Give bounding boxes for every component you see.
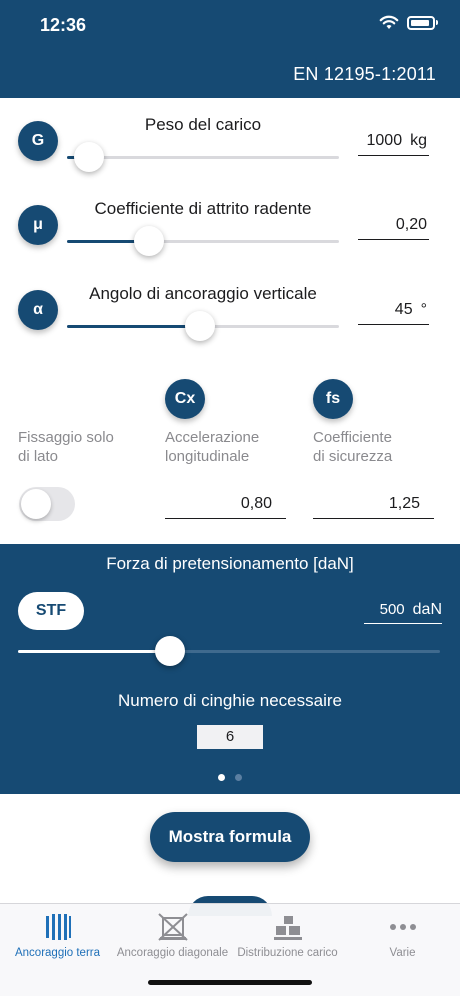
angle-unit: °: [420, 301, 427, 318]
friction-value: 0,20: [395, 216, 427, 233]
angle-slider[interactable]: [67, 311, 339, 341]
tab-diagonal-lashing[interactable]: Ancoraggio diagonale: [115, 912, 230, 959]
angle-badge: α: [18, 290, 58, 330]
angle-label: Angolo di ancoraggio verticale: [89, 284, 317, 303]
side-fixing-toggle[interactable]: [19, 487, 75, 521]
cx-badge: Cx: [165, 379, 205, 419]
straps-needed-label: Numero di cinghie necessaire: [118, 691, 342, 710]
cx-label: Accelerazione longitudinale: [165, 429, 260, 465]
stf-button[interactable]: STF: [18, 592, 84, 630]
side-fixing-toggle-knob: [21, 489, 51, 519]
ground-lashing-icon: [45, 914, 71, 940]
tab-load-distribution-label: Distribuzione carico: [237, 947, 338, 959]
weight-field[interactable]: 1000 kg: [358, 128, 429, 156]
angle-field[interactable]: 45 °: [358, 297, 429, 325]
angle-slider-fill: [67, 325, 201, 328]
header-bar: 12:36 EN 12195-1:2011: [0, 0, 460, 98]
weight-badge: G: [18, 121, 58, 161]
page-dot[interactable]: [218, 774, 225, 781]
weight-slider[interactable]: [67, 142, 339, 172]
cx-value: 0,80: [240, 495, 272, 512]
pretension-slider-thumb[interactable]: [154, 636, 185, 666]
load-distribution-icon: [273, 916, 302, 940]
friction-slider-thumb[interactable]: [133, 226, 164, 256]
cx-field[interactable]: 0,80: [165, 491, 286, 519]
tab-ground-lashing[interactable]: Ancoraggio terra: [0, 912, 115, 959]
fs-label: Coefficiente di sicurezza: [313, 429, 393, 465]
wifi-icon: [379, 15, 399, 29]
weight-unit: kg: [410, 132, 427, 149]
angle-value: 45: [394, 301, 413, 318]
straps-needed-value: 6: [197, 725, 263, 749]
pretension-unit: daN: [412, 601, 442, 618]
weight-value: 1000: [366, 132, 403, 149]
pretension-value: 500: [379, 601, 405, 618]
battery-icon: [407, 15, 435, 30]
tab-misc[interactable]: Varie: [345, 912, 460, 959]
fs-badge: fs: [313, 379, 353, 419]
weight-slider-thumb[interactable]: [73, 142, 104, 172]
weight-label: Peso del carico: [144, 115, 262, 134]
pretension-title: Forza di pretensionamento [daN]: [106, 554, 354, 573]
pretension-panel: Forza di pretensionamento [daN] STF 500 d…: [0, 544, 460, 794]
side-fixing-label: Fissaggio solo di lato: [18, 429, 114, 465]
pretension-field[interactable]: 500 daN: [364, 598, 442, 624]
fs-value: 1,25: [388, 495, 420, 512]
home-indicator: [148, 980, 312, 985]
friction-slider[interactable]: [67, 226, 339, 256]
pretension-slider[interactable]: [18, 636, 440, 666]
page-dot[interactable]: [235, 774, 242, 781]
tab-misc-label: Varie: [389, 947, 416, 959]
diagonal-lashing-icon: [157, 913, 188, 941]
fs-field[interactable]: 1,25: [313, 491, 434, 519]
more-icon: [389, 924, 416, 930]
friction-label: Coefficiente di attrito radente: [94, 199, 312, 218]
show-formula-button[interactable]: Mostra formula: [150, 812, 310, 862]
friction-field[interactable]: 0,20: [358, 212, 429, 240]
standard-title: EN 12195-1:2011: [293, 64, 436, 84]
page-indicator[interactable]: [0, 774, 460, 781]
pretension-slider-fill: [18, 650, 170, 653]
status-time: 12:36: [40, 15, 87, 35]
tab-ground-lashing-label: Ancoraggio terra: [14, 947, 101, 959]
status-icons: [379, 15, 438, 30]
tab-load-distribution[interactable]: Distribuzione carico: [230, 912, 345, 959]
tab-diagonal-lashing-label: Ancoraggio diagonale: [116, 947, 229, 959]
friction-badge: μ: [18, 205, 58, 245]
angle-slider-thumb[interactable]: [185, 311, 216, 341]
